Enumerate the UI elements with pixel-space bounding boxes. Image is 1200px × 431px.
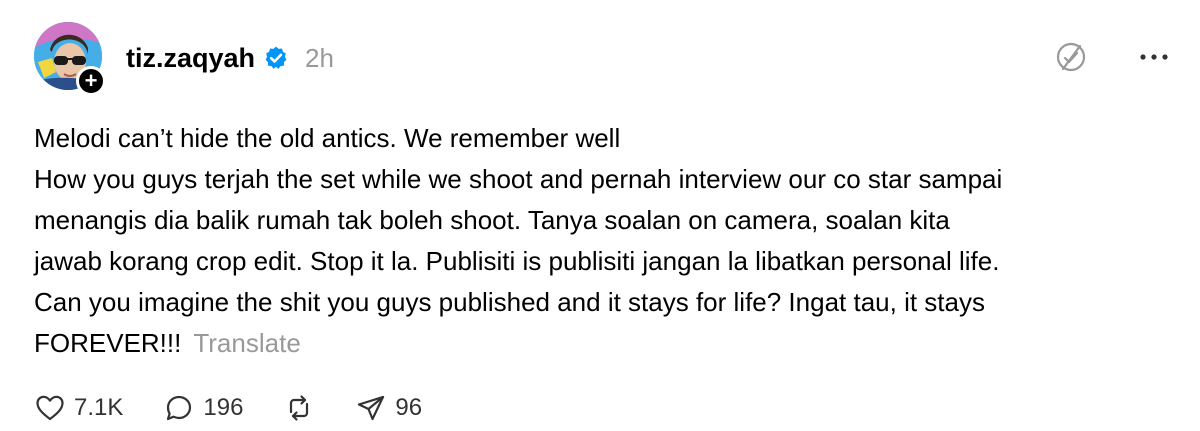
post-body-last-line: FOREVER!!! Translate [34, 323, 1174, 364]
no-reply-icon[interactable] [1054, 40, 1088, 74]
post-body-line: How you guys terjah the set while we sho… [34, 164, 1003, 194]
author-username[interactable]: tiz.zaqyah [126, 43, 255, 74]
translate-link[interactable]: Translate [193, 328, 300, 358]
more-horizontal-icon[interactable] [1138, 40, 1170, 74]
like-count: 7.1K [74, 394, 124, 421]
author-avatar-container[interactable]: + [34, 22, 106, 96]
post-body-line: jawab korang crop edit. Stop it la. Publ… [34, 246, 1000, 276]
repost-button[interactable] [283, 392, 315, 424]
post-body-line: Can you imagine the shit you guys publis… [34, 287, 985, 317]
post-actions: 7.1K 196 96 [34, 388, 462, 428]
post-header: tiz.zaqyah 2h [126, 38, 334, 78]
send-icon [358, 395, 385, 421]
thread-post: + tiz.zaqyah 2h Melodi can’t hide the ol… [0, 0, 1200, 431]
share-count: 96 [395, 394, 423, 421]
heart-icon [36, 395, 64, 421]
reply-count: 196 [203, 394, 244, 421]
follow-plus-button[interactable]: + [76, 66, 106, 96]
post-body-line: menangis dia balik rumah tak boleh shoot… [34, 205, 950, 235]
like-button[interactable]: 7.1K [34, 392, 123, 424]
repost-icon [290, 395, 309, 421]
reply-button[interactable]: 196 [163, 392, 243, 424]
post-body: Melodi can’t hide the old antics. We rem… [34, 118, 1174, 364]
post-body-line: Melodi can’t hide the old antics. We rem… [34, 123, 621, 153]
verified-badge-icon [263, 45, 289, 71]
post-header-actions [1054, 40, 1170, 74]
post-body-line: FOREVER!!! [34, 328, 182, 358]
post-timestamp: 2h [305, 42, 334, 73]
comment-icon [167, 395, 192, 421]
share-button[interactable]: 96 [355, 392, 422, 424]
plus-icon: + [84, 68, 98, 93]
